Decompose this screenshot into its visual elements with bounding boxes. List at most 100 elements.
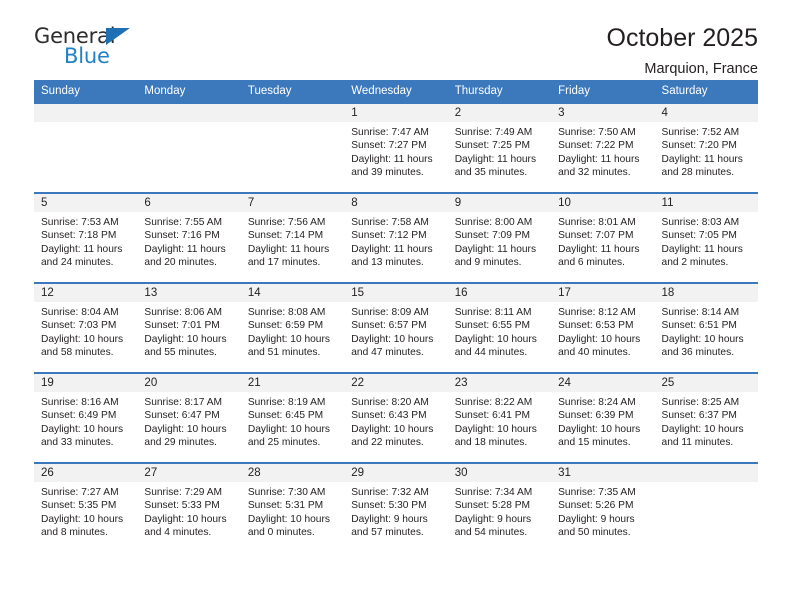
sunset-text: Sunset: 6:43 PM [351, 410, 427, 422]
daylight-text: Daylight: 10 hours and 0 minutes. [247, 513, 330, 539]
sunrise-text: Sunrise: 8:06 AM [144, 307, 223, 318]
calendar-day-cell[interactable]: 9 Sunrise: 8:00 AM Sunset: 7:09 PM Daylight… [447, 192, 552, 283]
day-number: 18 [654, 284, 758, 302]
calendar-day-cell[interactable]: 24 Sunrise: 8:24 AM Sunset: 6:39 PM Dayligh… [551, 372, 655, 463]
daylight-text: Daylight: 10 hours and 55 minutes. [144, 333, 227, 359]
sunset-text: Sunset: 6:47 PM [144, 410, 220, 422]
weekday-header-sunday: Sunday [34, 80, 138, 103]
calendar-day-cell[interactable]: 7 Sunrise: 7:56 AM Sunset: 7:14 PM Daylight… [240, 192, 345, 283]
day-number: 16 [447, 284, 552, 302]
sunrise-text: Sunrise: 8:08 AM [247, 307, 326, 318]
calendar-day-cell[interactable]: 30 Sunrise: 7:34 AM Sunset: 5:28 PM Dayligh… [447, 462, 552, 553]
day-details: Sunrise: 8:19 AM Sunset: 6:45 PM Daylight:… [241, 392, 344, 450]
calendar-day-cell[interactable]: 15 Sunrise: 8:09 AM Sunset: 6:57 PM Dayligh… [344, 282, 448, 373]
sunset-text: Sunset: 7:25 PM [454, 140, 531, 152]
day-number: 22 [344, 374, 448, 392]
calendar-day-cell-empty [654, 462, 758, 553]
calendar-week-row: 1 Sunrise: 7:47 AM Sunset: 7:27 PM Daylight… [34, 102, 758, 193]
calendar-day-cell[interactable]: 13 Sunrise: 8:06 AM Sunset: 7:01 PM Dayligh… [137, 282, 241, 373]
sunset-text: Sunset: 6:49 PM [41, 410, 117, 422]
logo-text-blue: Blue [64, 44, 110, 68]
sunset-text: Sunset: 6:51 PM [661, 320, 737, 332]
calendar-day-cell[interactable]: 26 Sunrise: 7:27 AM Sunset: 5:35 PM Dayligh… [34, 462, 138, 553]
sunrise-text: Sunrise: 8:03 AM [661, 217, 740, 228]
day-details: Sunrise: 7:58 AM Sunset: 7:12 PM Daylight:… [344, 212, 447, 270]
calendar-day-cell[interactable]: 17 Sunrise: 8:12 AM Sunset: 6:53 PM Dayligh… [551, 282, 655, 373]
weekday-header-row: Sunday Monday Tuesday Wednesday Thursday… [34, 80, 758, 103]
calendar-day-cell-empty [34, 102, 138, 193]
sunset-text: Sunset: 6:57 PM [351, 320, 427, 332]
calendar-day-cell[interactable]: 18 Sunrise: 8:14 AM Sunset: 6:51 PM Dayligh… [654, 282, 758, 373]
day-details: Sunrise: 7:53 AM Sunset: 7:18 PM Daylight:… [34, 212, 137, 270]
calendar-day-cell[interactable]: 23 Sunrise: 8:22 AM Sunset: 6:41 PM Dayligh… [447, 372, 552, 463]
daylight-text: Daylight: 10 hours and 15 minutes. [558, 423, 641, 449]
sunset-text: Sunset: 7:27 PM [351, 140, 427, 152]
sunset-text: Sunset: 7:22 PM [558, 140, 634, 152]
daylight-text: Daylight: 10 hours and 40 minutes. [558, 333, 641, 359]
day-number: 30 [447, 464, 552, 482]
calendar-day-cell[interactable]: 11 Sunrise: 8:03 AM Sunset: 7:05 PM Dayligh… [654, 192, 758, 283]
calendar-day-cell[interactable]: 27 Sunrise: 7:29 AM Sunset: 5:33 PM Dayligh… [137, 462, 241, 553]
day-details: Sunrise: 7:47 AM Sunset: 7:27 PM Daylight:… [344, 122, 447, 180]
sunrise-text: Sunrise: 7:47 AM [351, 127, 429, 138]
calendar-day-cell[interactable]: 16 Sunrise: 8:11 AM Sunset: 6:55 PM Dayligh… [447, 282, 552, 373]
location-subtitle: Marquion, France [644, 61, 758, 77]
daylight-text: Daylight: 11 hours and 6 minutes. [558, 243, 640, 269]
day-details: Sunrise: 7:52 AM Sunset: 7:20 PM Daylight:… [655, 122, 758, 180]
day-number: 12 [34, 284, 138, 302]
calendar-day-cell[interactable]: 2 Sunrise: 7:49 AM Sunset: 7:25 PM Daylight… [447, 102, 552, 193]
generalblue-logo[interactable]: General Blue [34, 24, 154, 72]
calendar-day-cell[interactable]: 4 Sunrise: 7:52 AM Sunset: 7:20 PM Daylight… [654, 102, 758, 193]
calendar-day-cell[interactable]: 8 Sunrise: 7:58 AM Sunset: 7:12 PM Daylight… [344, 192, 448, 283]
daylight-text: Daylight: 11 hours and 17 minutes. [247, 243, 330, 269]
day-details: Sunrise: 7:56 AM Sunset: 7:14 PM Daylight:… [241, 212, 344, 270]
calendar-day-cell[interactable]: 5 Sunrise: 7:53 AM Sunset: 7:18 PM Daylight… [34, 192, 138, 283]
calendar-day-cell[interactable]: 25 Sunrise: 8:25 AM Sunset: 6:37 PM Dayligh… [654, 372, 758, 463]
calendar-day-cell[interactable]: 12 Sunrise: 8:04 AM Sunset: 7:03 PM Dayligh… [34, 282, 138, 373]
daylight-text: Daylight: 11 hours and 28 minutes. [661, 153, 743, 179]
sunset-text: Sunset: 5:35 PM [41, 500, 117, 512]
daylight-text: Daylight: 10 hours and 51 minutes. [247, 333, 330, 359]
calendar-day-cell[interactable]: 6 Sunrise: 7:55 AM Sunset: 7:16 PM Daylight… [137, 192, 241, 283]
sunset-text: Sunset: 6:37 PM [661, 410, 737, 422]
day-details: Sunrise: 7:35 AM Sunset: 5:26 PM Daylight:… [551, 482, 654, 540]
day-number: 11 [654, 194, 758, 212]
sunrise-text: Sunrise: 7:35 AM [558, 487, 636, 498]
sunset-text: Sunset: 5:31 PM [247, 500, 324, 512]
day-details: Sunrise: 7:29 AM Sunset: 5:33 PM Daylight:… [137, 482, 240, 540]
calendar-day-cell[interactable]: 10 Sunrise: 8:01 AM Sunset: 7:07 PM Dayligh… [551, 192, 655, 283]
calendar-day-cell[interactable]: 22 Sunrise: 8:20 AM Sunset: 6:43 PM Dayligh… [344, 372, 448, 463]
calendar-day-cell[interactable]: 21 Sunrise: 8:19 AM Sunset: 6:45 PM Dayligh… [240, 372, 345, 463]
calendar-day-cell[interactable]: 28 Sunrise: 7:30 AM Sunset: 5:31 PM Dayligh… [240, 462, 345, 553]
calendar-day-cell[interactable]: 1 Sunrise: 7:47 AM Sunset: 7:27 PM Daylight… [344, 102, 448, 193]
calendar-day-cell[interactable]: 20 Sunrise: 8:17 AM Sunset: 6:47 PM Dayligh… [137, 372, 241, 463]
daylight-text: Daylight: 11 hours and 2 minutes. [661, 243, 743, 269]
calendar-day-cell[interactable]: 14 Sunrise: 8:08 AM Sunset: 6:59 PM Dayligh… [240, 282, 345, 373]
sunrise-text: Sunrise: 7:55 AM [144, 217, 223, 228]
sunset-text: Sunset: 7:05 PM [661, 230, 737, 242]
day-details: Sunrise: 7:32 AM Sunset: 5:30 PM Daylight:… [344, 482, 447, 540]
sunset-text: Sunset: 6:45 PM [247, 410, 324, 422]
sunset-text: Sunset: 6:53 PM [558, 320, 634, 332]
sunrise-text: Sunrise: 8:25 AM [661, 397, 740, 408]
day-number: 7 [240, 194, 345, 212]
sunrise-text: Sunrise: 8:00 AM [454, 217, 533, 228]
calendar-week-row: 26 Sunrise: 7:27 AM Sunset: 5:35 PM Dayligh… [34, 462, 758, 553]
calendar-day-cell[interactable]: 29 Sunrise: 7:32 AM Sunset: 5:30 PM Dayligh… [344, 462, 448, 553]
day-details: Sunrise: 8:17 AM Sunset: 6:47 PM Daylight:… [137, 392, 240, 450]
calendar-day-cell[interactable]: 19 Sunrise: 8:16 AM Sunset: 6:49 PM Dayligh… [34, 372, 138, 463]
title-block: October 2025 Marquion, France [607, 24, 759, 77]
calendar-day-cell[interactable]: 3 Sunrise: 7:50 AM Sunset: 7:22 PM Daylight… [551, 102, 655, 193]
day-number: 24 [551, 374, 655, 392]
calendar-week-row: 5 Sunrise: 7:53 AM Sunset: 7:18 PM Daylight… [34, 192, 758, 283]
day-details: Sunrise: 8:22 AM Sunset: 6:41 PM Daylight:… [448, 392, 551, 450]
sunrise-text: Sunrise: 8:22 AM [454, 397, 533, 408]
weekday-header-saturday: Saturday [654, 80, 758, 103]
day-number [240, 104, 345, 122]
daylight-text: Daylight: 9 hours and 54 minutes. [454, 513, 532, 539]
calendar-body: 1 Sunrise: 7:47 AM Sunset: 7:27 PM Daylight… [34, 102, 758, 553]
calendar-day-cell[interactable]: 31 Sunrise: 7:35 AM Sunset: 5:26 PM Dayligh… [551, 462, 655, 553]
sunrise-text: Sunrise: 8:04 AM [41, 307, 119, 318]
day-number: 28 [240, 464, 345, 482]
page-title: October 2025 [606, 24, 759, 52]
